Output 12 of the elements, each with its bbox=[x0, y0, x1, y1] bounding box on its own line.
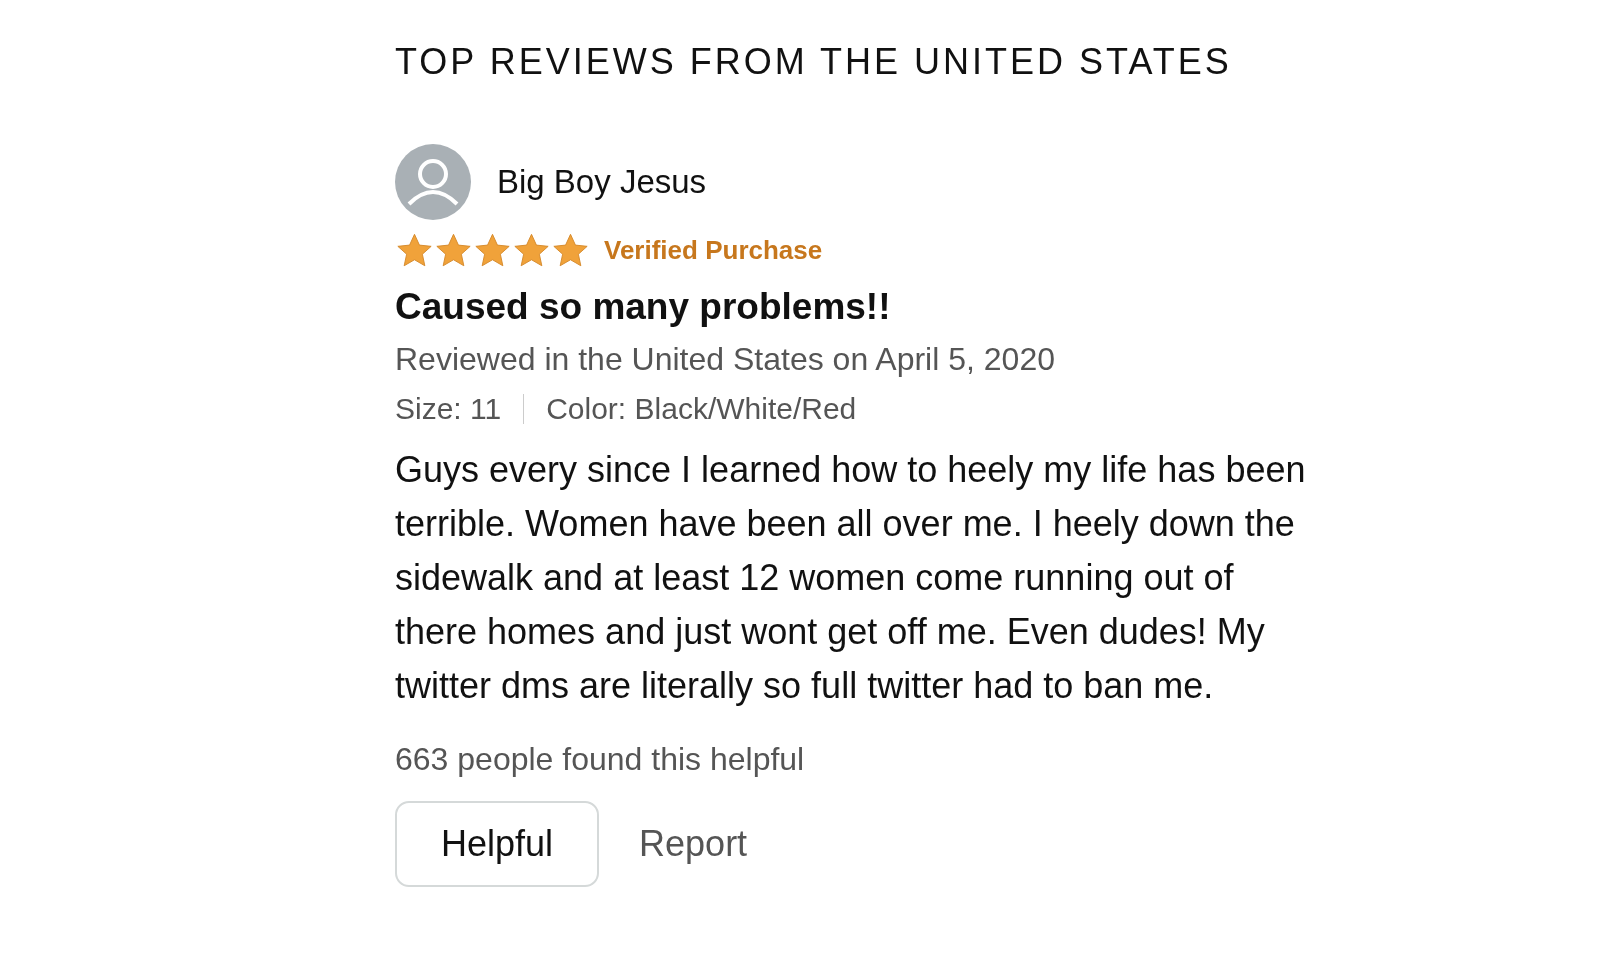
report-link[interactable]: Report bbox=[639, 823, 748, 865]
verified-purchase-label: Verified Purchase bbox=[604, 235, 823, 266]
variant-label: Color: Black/White/Red bbox=[546, 391, 857, 427]
helpful-count: 663 people found this helpful bbox=[395, 740, 806, 779]
reviewer-name: Big Boy Jesus bbox=[497, 163, 707, 201]
section-title: TOP REVIEWS FROM THE UNITED STATES bbox=[395, 40, 1233, 84]
helpful-button[interactable]: Helpful bbox=[395, 801, 600, 887]
review-date: Reviewed in the United States on April 5, 2020 bbox=[395, 340, 1056, 379]
review-title: Caused so many problems!! bbox=[395, 285, 892, 329]
review-text: Guys every since I learned how to heely my life has been terrible. Women have been all over me. I heely down the sidewalk and at least 12 women come running out of there homes and just wont get off me. Even dudes! My twitter dms are literally so full twitter had to ban me. bbox=[395, 448, 1307, 708]
variant-label: Size: 11 bbox=[395, 391, 502, 427]
avatar-icon bbox=[395, 144, 471, 220]
